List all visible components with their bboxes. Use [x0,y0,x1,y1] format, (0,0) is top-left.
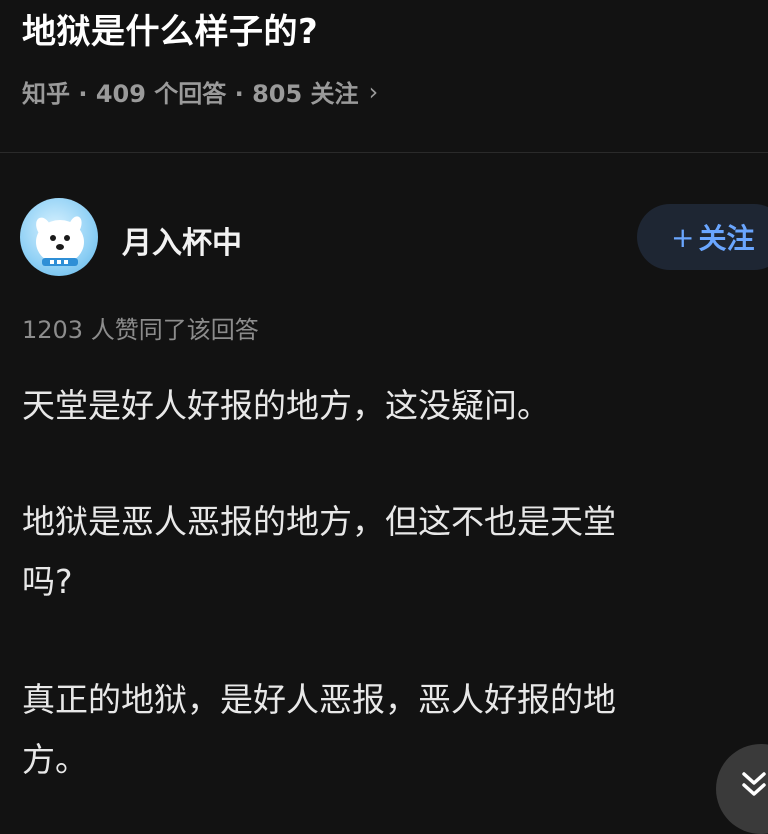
answer-line: 真正的地狱，是好人恶报，恶人好报的地 [22,680,616,719]
follow-button[interactable]: + 关注 [637,204,768,270]
answer-paragraph-3: 真正的地狱，是好人恶报，恶人好报的地 方。 [22,670,752,790]
answer-paragraph-1: 天堂是好人好报的地方，这没疑问。 [22,376,752,436]
question-meta[interactable]: 知乎 · 409 个回答 · 805 关注 › [22,74,378,109]
answer-line: 方。 [22,740,88,779]
answer-paragraph-2: 地狱是恶人恶报的地方，但这不也是天堂 吗? [22,492,752,612]
divider [0,152,768,153]
follow-button-label: 关注 [698,222,755,255]
question-title[interactable]: 地狱是什么样子的? [22,4,318,53]
question-meta-text: 知乎 · 409 个回答 · 805 关注 [22,80,359,108]
upvote-count: 1203 人赞同了该回答 [22,316,259,344]
author-avatar[interactable] [20,198,98,276]
author-name[interactable]: 月入杯中 [122,218,242,262]
double-chevron-down-icon [742,772,766,796]
answer-line: 吗? [22,562,73,601]
plus-icon: + [671,220,695,254]
dog-avatar-icon [36,216,84,266]
chevron-right-icon: › [368,77,379,106]
answer-line: 天堂是好人好报的地方，这没疑问。 [22,386,550,425]
answer-line: 地狱是恶人恶报的地方，但这不也是天堂 [22,502,616,541]
